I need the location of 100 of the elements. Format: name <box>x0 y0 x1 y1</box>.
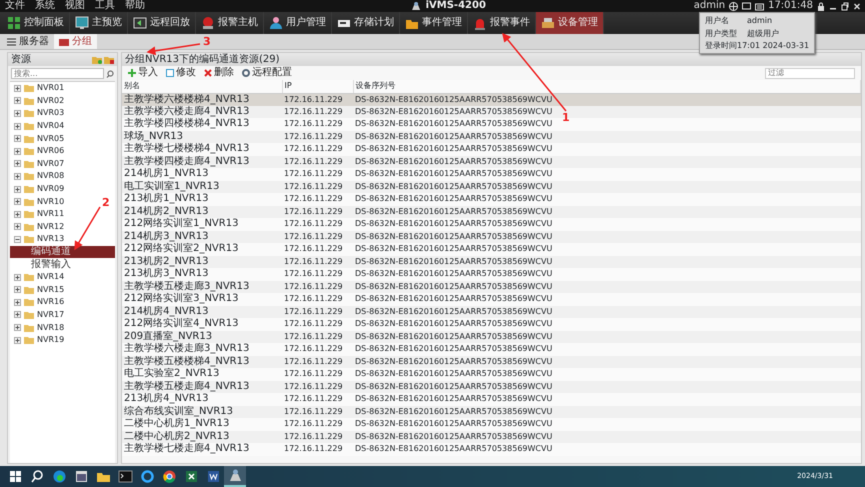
tree-item[interactable]: NVR04 <box>10 120 64 132</box>
table-cell: 172.16.11.229 <box>284 294 343 304</box>
table-row[interactable]: 电工实训室1_NVR13 172.16.11.229 DS-8632N-E81620160125AARR570538569WCVU <box>122 180 860 193</box>
tree-item[interactable]: NVR18 <box>10 321 64 334</box>
expand-icon[interactable] <box>14 311 21 318</box>
keyboard-icon[interactable] <box>755 2 764 10</box>
expand-icon[interactable] <box>14 186 21 193</box>
table-row[interactable]: 主教学楼五楼走廊3_NVR13 172.16.11.229 DS-8632N-E81620160125AARR570538569WCVU <box>122 280 860 293</box>
expand-icon[interactable] <box>14 160 21 168</box>
expand-icon[interactable] <box>14 336 21 344</box>
table-row[interactable]: 主教学楼七楼楼梯4_NVR13 172.16.11.229 DS-8632N-E81620160125AARR570538569WCVU <box>122 143 860 156</box>
tree-item[interactable]: NVR19 <box>10 334 64 346</box>
tab[interactable]: 服务器 <box>2 34 54 49</box>
table-row[interactable]: 212网络实训室3_NVR13 172.16.11.229 DS-8632N-E81620160125AARR570538569WCVU <box>122 293 860 306</box>
table-row[interactable]: 二楼中心机房1_NVR13 172.16.11.229 DS-8632N-E81620160125AARR570538569WCVU <box>122 418 860 430</box>
table-row[interactable]: 电工实验室2_NVR13 172.16.11.229 DS-8632N-E81620160125AARR570538569WCVU <box>122 368 860 380</box>
collapse-icon[interactable] <box>14 236 21 243</box>
table-row[interactable]: 214机房2_NVR13 172.16.11.229 DS-8632N-E81620160125AARR570538569WCVU <box>122 206 860 218</box>
table-cell: DS-8632N-E81620160125AARR570538569WCVU <box>355 219 552 228</box>
tree-item[interactable]: NVR07 <box>10 158 64 170</box>
table-row[interactable]: 主教学楼六楼楼梯4_NVR13 172.16.11.229 DS-8632N-E81620160125AARR570538569WCVU <box>122 93 860 106</box>
globe-icon[interactable] <box>729 2 738 10</box>
user-name: admin <box>694 0 726 12</box>
expand-icon[interactable] <box>14 122 21 130</box>
expand-icon[interactable] <box>14 223 21 230</box>
table-row[interactable]: 213机房3_NVR13 172.16.11.229 DS-8632N-E81620160125AARR570538569WCVU <box>122 268 860 280</box>
tree-item[interactable]: NVR17 <box>10 308 64 322</box>
nav-tab[interactable]: 设备管理 <box>536 12 604 34</box>
menu-item[interactable]: 视图 <box>60 0 90 11</box>
restore-icon[interactable] <box>841 2 849 10</box>
tree-item[interactable]: NVR03 <box>10 107 64 120</box>
lock-icon[interactable] <box>817 2 825 10</box>
siren-icon <box>473 16 487 30</box>
tree-item[interactable]: 编码通道 <box>10 246 115 258</box>
expand-icon[interactable] <box>14 148 21 155</box>
table-row[interactable]: 214机房1_NVR13 172.16.11.229 DS-8632N-E81620160125AARR570538569WCVU <box>122 168 860 180</box>
tree-item[interactable]: NVR11 <box>10 208 64 221</box>
expand-icon[interactable] <box>14 286 21 294</box>
search-icon[interactable] <box>106 70 114 78</box>
table-row[interactable]: 212网络实训室2_NVR13 172.16.11.229 DS-8632N-E81620160125AARR570538569WCVU <box>122 243 860 256</box>
tree-item[interactable]: NVR14 <box>10 270 64 284</box>
column-header[interactable]: 设备序列号 <box>353 80 860 93</box>
table-row[interactable]: 主教学楼五楼走廊4_NVR13 172.16.11.229 DS-8632N-E81620160125AARR570538569WCVU <box>122 380 860 393</box>
monitor-icon <box>75 16 89 30</box>
tree-item[interactable]: NVR01 <box>10 82 64 95</box>
expand-icon[interactable] <box>14 97 21 104</box>
tree-item[interactable]: 报警输入 <box>10 258 115 271</box>
table-row[interactable]: 209直播室_NVR13 172.16.11.229 DS-8632N-E81620160125AARR570538569WCVU <box>122 330 860 343</box>
expand-icon[interactable] <box>14 172 21 180</box>
table-cell: 主教学楼四楼楼梯4_NVR13 <box>124 118 250 130</box>
column-header[interactable]: 别名 <box>122 80 282 93</box>
delete-folder-icon[interactable] <box>104 56 114 64</box>
filter-field[interactable]: 过滤 <box>765 68 855 78</box>
table-cell: 二楼中心机房2_NVR13 <box>124 430 230 442</box>
table-row[interactable]: 主教学楼七楼走廊4_NVR13 172.16.11.229 DS-8632N-E81620160125AARR570538569WCVU <box>122 443 860 456</box>
tree-item[interactable]: NVR06 <box>10 144 64 158</box>
table-row[interactable]: 214机房4_NVR13 172.16.11.229 DS-8632N-E81620160125AARR570538569WCVU <box>122 306 860 318</box>
table-row[interactable]: 主教学楼六楼走廊3_NVR13 172.16.11.229 DS-8632N-E81620160125AARR570538569WCVU <box>122 343 860 356</box>
table-row[interactable]: 212网络实训室1_NVR13 172.16.11.229 DS-8632N-E81620160125AARR570538569WCVU <box>122 218 860 230</box>
expand-icon[interactable] <box>14 198 21 206</box>
tree-item[interactable]: NVR15 <box>10 284 64 296</box>
table-row[interactable]: 214机房3_NVR13 172.16.11.229 DS-8632N-E81620160125AARR570538569WCVU <box>122 230 860 243</box>
expand-icon[interactable] <box>14 84 21 92</box>
table-row[interactable]: 212网络实训室4_NVR13 172.16.11.229 DS-8632N-E81620160125AARR570538569WCVU <box>122 318 860 330</box>
table-row[interactable]: 二楼中心机房2_NVR13 172.16.11.229 DS-8632N-E81620160125AARR570538569WCVU <box>122 430 860 443</box>
table-row[interactable]: 213机房4_NVR13 172.16.11.229 DS-8632N-E81620160125AARR570538569WCVU <box>122 393 860 406</box>
annotation-number: 3 <box>203 36 211 48</box>
expand-icon[interactable] <box>14 324 21 332</box>
tree-item[interactable]: NVR08 <box>10 170 64 183</box>
playback-icon <box>133 16 147 30</box>
tree-item[interactable]: NVR13 <box>10 233 64 246</box>
toolbar-button[interactable]: 导入 <box>128 67 158 79</box>
toolbar-button[interactable]: 远程配置 <box>242 67 292 79</box>
table-cell: 172.16.11.229 <box>284 382 343 391</box>
search-field[interactable]: 搜索... <box>11 68 104 79</box>
menu-item[interactable]: 帮助 <box>120 0 150 11</box>
menu-item[interactable]: 工具 <box>90 0 120 11</box>
tree-item[interactable]: NVR12 <box>10 220 64 234</box>
table-row[interactable]: 综合布线实训室_NVR13 172.16.11.229 DS-8632N-E81620160125AARR570538569WCVU <box>122 406 860 418</box>
tree-item[interactable]: NVR02 <box>10 94 64 108</box>
toolbar-button[interactable]: 删除 <box>204 67 234 79</box>
table-row[interactable]: 213机房1_NVR13 172.16.11.229 DS-8632N-E81620160125AARR570538569WCVU <box>122 193 860 206</box>
toolbar-button[interactable]: 修改 <box>166 67 196 79</box>
screen-icon[interactable] <box>742 2 752 10</box>
expand-icon[interactable] <box>14 298 21 306</box>
tree-item[interactable]: NVR09 <box>10 182 64 196</box>
expand-icon[interactable] <box>14 274 21 281</box>
expand-icon[interactable] <box>14 210 21 218</box>
table-row[interactable]: 主教学楼五楼楼梯4_NVR13 172.16.11.229 DS-8632N-E81620160125AARR570538569WCVU <box>122 356 860 368</box>
table-cell: 172.16.11.229 <box>284 94 343 104</box>
tree-item[interactable]: NVR05 <box>10 132 64 145</box>
table-cell: DS-8632N-E81620160125AARR570538569WCVU <box>355 369 552 378</box>
tree-item[interactable]: NVR10 <box>10 195 64 208</box>
column-header[interactable]: IP <box>282 80 353 93</box>
tab[interactable]: 分组 <box>54 34 97 49</box>
tree-item[interactable]: NVR16 <box>10 296 64 309</box>
expand-icon[interactable] <box>14 110 21 117</box>
close-icon[interactable] <box>853 2 861 10</box>
expand-icon[interactable] <box>14 135 21 142</box>
table-row[interactable]: 213机房2_NVR13 172.16.11.229 DS-8632N-E81620160125AARR570538569WCVU <box>122 256 860 268</box>
